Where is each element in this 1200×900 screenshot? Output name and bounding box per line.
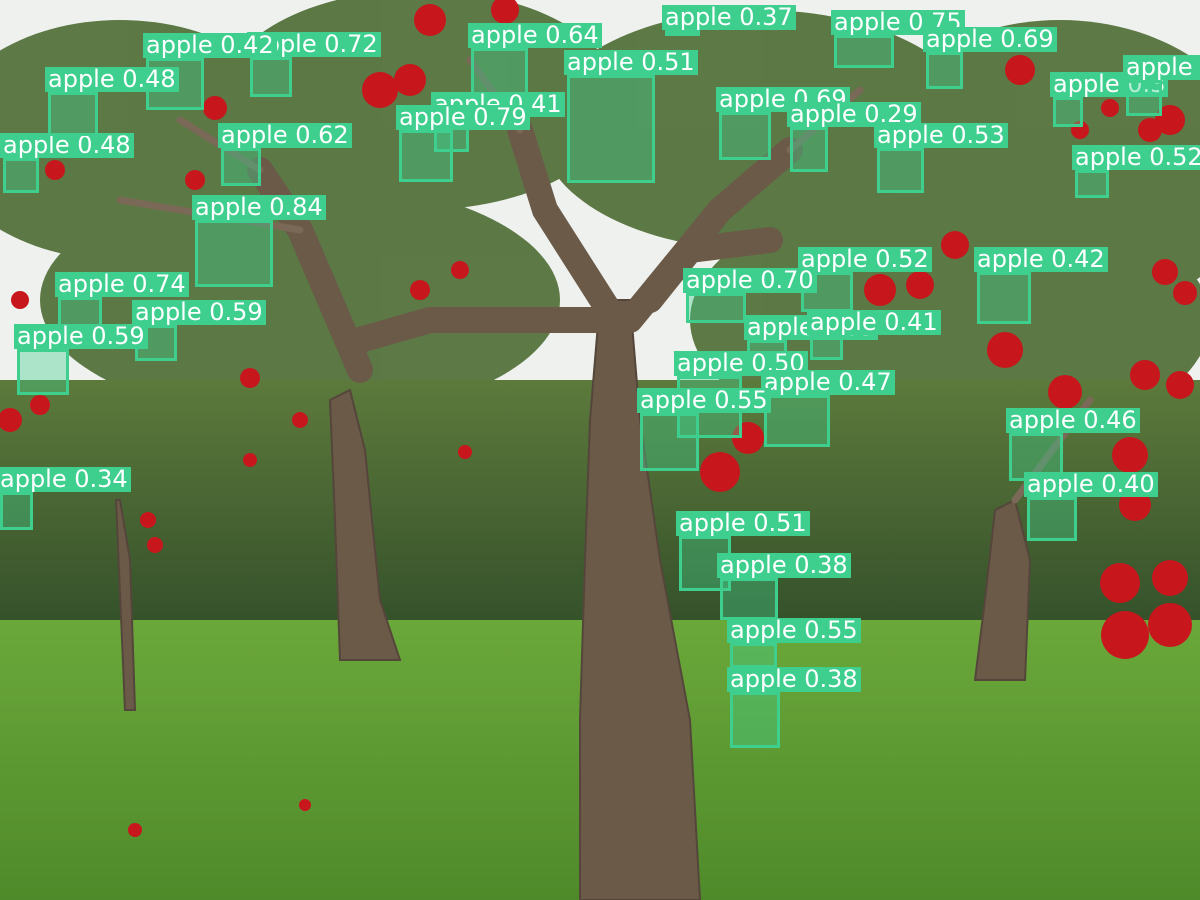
detection-box: apple 0.29 xyxy=(787,102,921,172)
detection-label: apple 0.59 xyxy=(14,324,148,349)
detection-label: apple 0.62 xyxy=(218,123,352,148)
detection-box: apple 0.40 xyxy=(1024,472,1158,541)
detection-overlay: apple 0.72 apple 0.64 apple 0.37 apple 0… xyxy=(0,0,1200,900)
detection-box: apple 0.52 xyxy=(1072,145,1200,198)
detection-box: apple 0.79 xyxy=(396,105,530,182)
detection-box: apple 0.64 xyxy=(468,23,602,95)
detection-label: apple 0.46 xyxy=(1006,408,1140,433)
detection-box: apple 0.34 xyxy=(0,467,131,530)
detection-box: apple 0.72 xyxy=(247,32,381,97)
detection-box: apple 0.5 xyxy=(1123,55,1200,116)
detection-label: apple 0.40 xyxy=(1024,472,1158,497)
detection-label: apple 0.41 xyxy=(807,310,941,335)
detection-box: apple 0.3 xyxy=(1050,72,1169,127)
detection-box: apple 0.53 xyxy=(874,123,1008,193)
detection-label: apple 0.84 xyxy=(192,195,326,220)
detection-box: apple 0.59 xyxy=(14,324,148,395)
detection-label: apple 0.55 xyxy=(637,388,771,413)
detection-box: apple 0.69 xyxy=(716,87,850,160)
detection-label: apple 0.48 xyxy=(45,67,179,92)
detection-label: apple 0.38 xyxy=(717,553,851,578)
detection-box: apple 0.48 xyxy=(45,67,179,136)
detection-label: apple 0.53 xyxy=(874,123,1008,148)
detection-box: apple 0.75 xyxy=(831,10,965,68)
detection-label: apple 0.52 xyxy=(798,247,932,272)
detection-label: apple 0.38 xyxy=(727,667,861,692)
detection-box: apple 0.84 xyxy=(192,195,326,287)
detection-label: apple 0.51 xyxy=(564,50,698,75)
detection-label: apple 0.48 xyxy=(0,133,134,158)
orchard-scene: apple 0.72 apple 0.64 apple 0.37 apple 0… xyxy=(0,0,1200,900)
detection-label: apple 0.64 xyxy=(468,23,602,48)
detection-box: apple 0.37 xyxy=(662,5,796,36)
detection-label: apple 0.37 xyxy=(662,5,796,30)
detection-box: apple 0.48 xyxy=(0,133,134,193)
detection-box: apple 0.42 xyxy=(974,247,1108,324)
detection-box: apple 0.55 xyxy=(637,388,771,471)
detection-box: apple 0.47 xyxy=(761,370,895,447)
detection-box: apple 0.41 xyxy=(807,310,941,360)
detection-box: apple 0.38 xyxy=(717,553,851,620)
detection-label: apple 0.59 xyxy=(132,300,266,325)
detection-box: apple 0.62 xyxy=(218,123,352,186)
detection-label: apple 0.69 xyxy=(923,27,1057,52)
detection-label: apple 0.51 xyxy=(676,511,810,536)
detection-box: apple 0.69 xyxy=(923,27,1057,89)
detection-label: apple 0.74 xyxy=(55,272,189,297)
detection-box: apple 0.38 xyxy=(727,667,861,748)
detection-label: apple 0.79 xyxy=(396,105,530,130)
detection-label: apple 0.34 xyxy=(0,467,131,492)
detection-label: apple 0.52 xyxy=(1072,145,1200,170)
detection-label: apple 0.5 xyxy=(1123,55,1200,80)
detection-label: apple 0.42 xyxy=(143,33,277,58)
detection-label: apple 0.55 xyxy=(727,618,861,643)
detection-box: apple 0.70 xyxy=(683,268,817,323)
detection-label: apple 0.47 xyxy=(761,370,895,395)
detection-box: apple 0.51 xyxy=(564,50,698,183)
detection-label: apple 0.42 xyxy=(974,247,1108,272)
detection-label: apple 0.70 xyxy=(683,268,817,293)
